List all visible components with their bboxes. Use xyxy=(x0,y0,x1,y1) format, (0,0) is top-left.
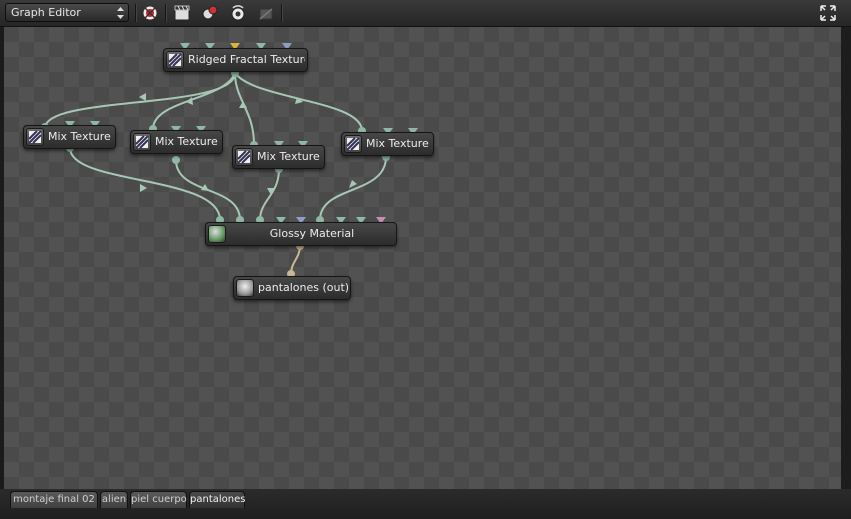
wire xyxy=(152,72,236,130)
node-mix-texture-4[interactable]: Mix Texture xyxy=(341,132,434,156)
node-output[interactable]: pantalones (out) xyxy=(233,276,351,300)
node-title: Mix Texture xyxy=(48,130,111,143)
wire xyxy=(290,245,301,275)
material-sphere-icon xyxy=(208,225,226,243)
texture-icon xyxy=(166,51,184,69)
node-title: Mix Texture xyxy=(366,137,429,150)
node-glossy-material[interactable]: Glossy Material xyxy=(205,222,397,246)
node-mix-texture-3[interactable]: Mix Texture xyxy=(232,145,325,169)
node-mix-texture-1[interactable]: Mix Texture xyxy=(23,125,116,149)
texture-icon xyxy=(133,133,151,151)
node-title: pantalones (out) xyxy=(258,281,348,294)
wire xyxy=(319,156,387,221)
wire-arrow xyxy=(140,184,147,192)
socket[interactable] xyxy=(172,156,180,164)
output-icon xyxy=(236,279,254,297)
node-title: Glossy Material xyxy=(269,227,355,240)
tab-pantalones[interactable]: pantalones xyxy=(189,491,245,508)
scene-tabs: montaje final 02 alien piel cuerpo panta… xyxy=(0,489,851,519)
node-title: Mix Texture xyxy=(155,135,218,148)
wire xyxy=(259,168,280,221)
tab-piel-cuerpo[interactable]: piel cuerpo xyxy=(130,491,187,508)
texture-icon xyxy=(26,128,44,146)
wire xyxy=(44,72,236,129)
node-title: Mix Texture xyxy=(257,150,320,163)
node-graph xyxy=(41,43,418,278)
wire-arrow xyxy=(139,93,146,101)
wire-arrow xyxy=(349,180,357,188)
node-ridged-fractal-texture[interactable]: Ridged Fractal Texture xyxy=(163,48,308,72)
texture-icon xyxy=(344,135,362,153)
tab-alien[interactable]: alien xyxy=(100,491,128,508)
wire-arrow xyxy=(239,101,247,108)
texture-icon xyxy=(235,148,253,166)
tab-montaje-final-02[interactable]: montaje final 02 xyxy=(10,491,98,508)
node-title: Ridged Fractal Texture xyxy=(188,53,305,66)
node-mix-texture-2[interactable]: Mix Texture xyxy=(130,130,223,154)
wire xyxy=(69,147,221,221)
